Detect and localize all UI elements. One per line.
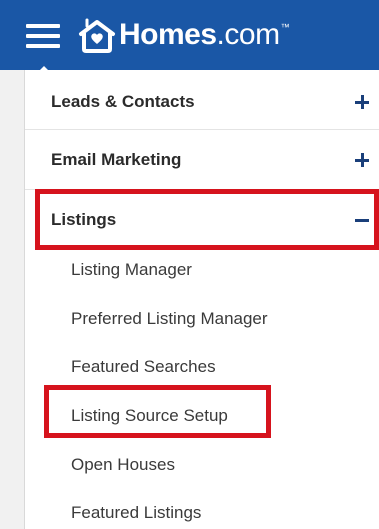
plus-icon[interactable] — [355, 95, 369, 109]
menu-section-label: Listings — [51, 210, 117, 229]
page: Homes.com ™ Leads & Contacts Email Marke… — [0, 0, 379, 529]
menu-item-preferred-listing-manager[interactable]: Preferred Listing Manager — [71, 309, 268, 329]
menu-item-listing-manager[interactable]: Listing Manager — [71, 260, 192, 280]
menu-item-listing-source-setup[interactable]: Listing Source Setup — [71, 406, 228, 426]
trademark-mark: ™ — [280, 22, 290, 32]
menu-item-open-houses[interactable]: Open Houses — [71, 455, 175, 475]
divider — [25, 189, 379, 190]
minus-icon[interactable] — [355, 213, 369, 227]
menu-item-featured-searches[interactable]: Featured Searches — [71, 357, 216, 377]
brand-name-domain: .com — [216, 18, 281, 51]
menu-item-featured-listings[interactable]: Featured Listings — [71, 503, 201, 523]
menu-section-email-marketing[interactable]: Email Marketing — [25, 138, 379, 182]
menu-section-label: Email Marketing — [51, 150, 182, 169]
brand-name: Homes.com — [119, 20, 280, 50]
app-header: Homes.com ™ — [0, 0, 379, 70]
nav-menu-panel: Leads & Contacts Email Marketing Listing… — [25, 70, 379, 529]
homes-logo-icon — [79, 18, 115, 53]
hamburger-menu-icon[interactable] — [26, 24, 60, 48]
brand-name-bold: Homes — [119, 18, 217, 51]
menu-panel-edge — [0, 70, 25, 529]
menu-section-leads-contacts[interactable]: Leads & Contacts — [25, 80, 379, 124]
menu-section-listings[interactable]: Listings — [25, 198, 379, 242]
brand-logo[interactable]: Homes.com ™ — [78, 14, 290, 56]
menu-section-label: Leads & Contacts — [51, 92, 195, 111]
divider — [25, 129, 379, 130]
plus-icon[interactable] — [355, 153, 369, 167]
